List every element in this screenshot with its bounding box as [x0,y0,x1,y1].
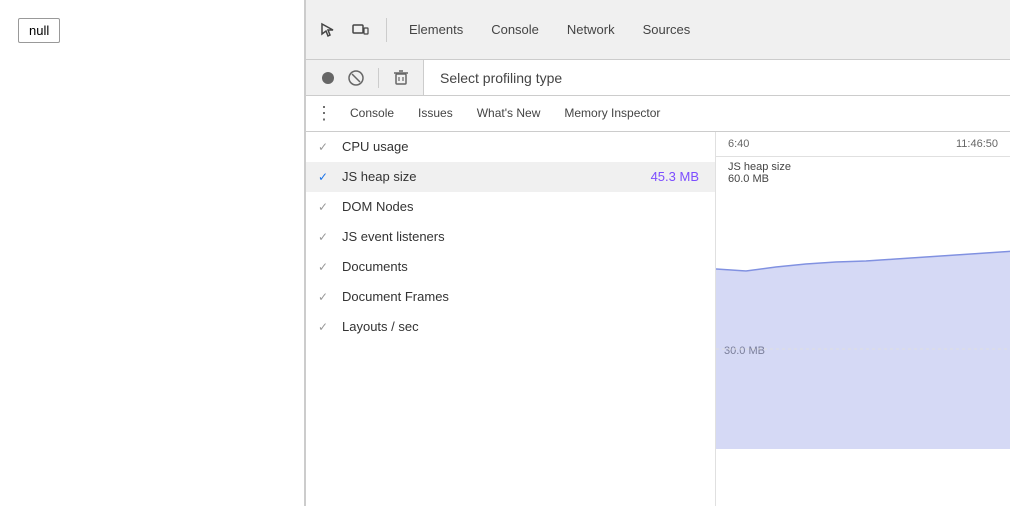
stop-button[interactable] [342,64,370,92]
tab-network[interactable]: Network [553,0,629,60]
sub-tab-console[interactable]: Console [338,96,406,132]
list-item[interactable]: ✓ DOM Nodes [306,192,715,222]
check-icon-frames: ✓ [318,290,334,304]
main-tabs-bar: Elements Console Network Sources [306,0,1010,60]
check-icon-cpu: ✓ [318,140,334,154]
chart-panel: 6:40 11:46:50 JS heap size 60.0 MB 30.0 … [716,132,1010,506]
memory-chart: 30.0 MB [716,189,1010,449]
item-label-docs: Documents [342,259,699,274]
check-icon-events: ✓ [318,230,334,244]
devtools-panel: Elements Console Network Sources [305,0,1010,506]
list-item-active[interactable]: ✓ JS heap size 45.3 MB [306,162,715,192]
sub-tab-issues[interactable]: Issues [406,96,465,132]
check-icon-layouts: ✓ [318,320,334,334]
list-item[interactable]: ✓ JS event listeners [306,222,715,252]
content-area: ✓ CPU usage ✓ JS heap size 45.3 MB ✓ DOM… [306,132,1010,506]
list-item[interactable]: ✓ CPU usage [306,132,715,162]
tab-sources[interactable]: Sources [629,0,705,60]
list-item[interactable]: ✓ Layouts / sec [306,312,715,342]
chart-heap-value: 60.0 MB [728,173,998,185]
item-label-dom: DOM Nodes [342,199,699,214]
device-toggle-icon[interactable] [346,16,374,44]
item-label-events: JS event listeners [342,229,699,244]
item-label-layouts: Layouts / sec [342,319,699,334]
check-icon-dom: ✓ [318,200,334,214]
sub-tabs-bar: ⋮ Console Issues What's New Memory Inspe… [306,96,1010,132]
metrics-list: ✓ CPU usage ✓ JS heap size 45.3 MB ✓ DOM… [306,132,716,506]
toolbar-divider [386,18,387,42]
clear-button[interactable] [387,64,415,92]
check-icon-heap: ✓ [318,170,334,184]
action-divider [378,68,379,88]
webpage-area: null [0,0,305,506]
item-label-heap: JS heap size [342,169,643,184]
chart-time-start: 6:40 [728,138,749,150]
heap-area [716,251,1010,449]
sub-tab-memory-inspector[interactable]: Memory Inspector [552,96,672,132]
sub-tab-whats-new[interactable]: What's New [465,96,553,132]
item-label-frames: Document Frames [342,289,699,304]
chart-heap-label: JS heap size [728,161,998,173]
list-item[interactable]: ✓ Document Frames [306,282,715,312]
record-button[interactable] [314,64,342,92]
tab-elements[interactable]: Elements [395,0,477,60]
more-tabs-button[interactable]: ⋮ [310,100,338,128]
element-picker-icon[interactable] [314,16,342,44]
null-button[interactable]: null [18,18,60,43]
item-label-cpu: CPU usage [342,139,699,154]
list-item[interactable]: ✓ Documents [306,252,715,282]
check-icon-docs: ✓ [318,260,334,274]
item-value-heap: 45.3 MB [651,169,699,184]
chart-time-end: 11:46:50 [956,138,998,150]
action-bar [306,60,423,96]
tab-console[interactable]: Console [477,0,553,60]
select-profiling-text: Select profiling type [423,60,1010,96]
